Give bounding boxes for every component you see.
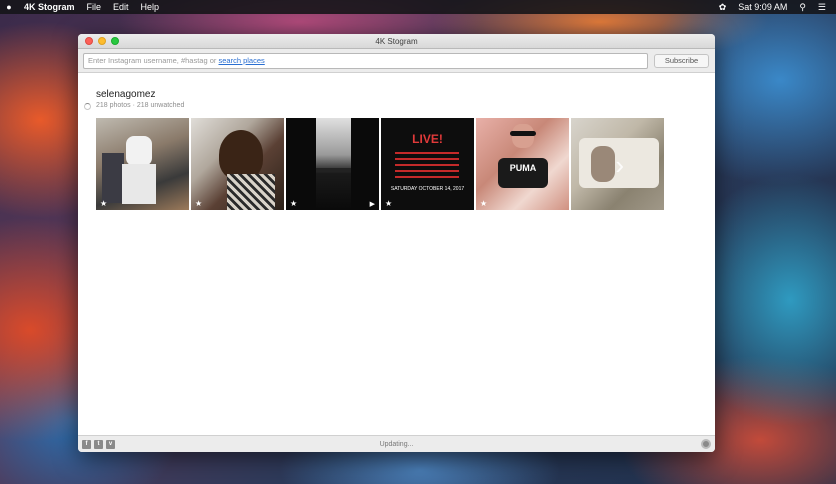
next-arrow-icon[interactable]: › bbox=[615, 150, 624, 181]
menu-bar: ● 4K Stogram File Edit Help ✿ Sat 9:09 A… bbox=[0, 0, 836, 14]
menu-edit[interactable]: Edit bbox=[113, 2, 129, 12]
search-placeholder: Enter Instagram username, #hastag or bbox=[88, 56, 217, 65]
status-bar: f t v Updating... bbox=[78, 435, 715, 452]
subscriptions-list: selenagomez 218 photos · 218 unwatched ★… bbox=[78, 73, 715, 430]
subscribe-button[interactable]: Subscribe bbox=[654, 53, 709, 68]
account-meta: 218 photos · 218 unwatched bbox=[96, 102, 185, 109]
poster-title: LIVE! bbox=[412, 132, 443, 146]
photo-strip: ★ ★ ★ ▶ LIVE! SATURDAY OCTOBER 14, 2017 … bbox=[96, 118, 664, 210]
window-title: 4K Stogram bbox=[375, 37, 418, 46]
photo-thumbnail[interactable]: LIVE! SATURDAY OCTOBER 14, 2017 ★ bbox=[381, 118, 474, 210]
star-icon[interactable]: ★ bbox=[480, 199, 487, 208]
settings-icon[interactable] bbox=[701, 439, 711, 449]
video-thumbnail[interactable]: ★ ▶ bbox=[286, 118, 379, 210]
spotlight-icon[interactable]: ⚲ bbox=[799, 2, 806, 13]
account-username[interactable]: selenagomez bbox=[96, 89, 155, 100]
status-text: Updating... bbox=[379, 440, 414, 448]
toolbar: Enter Instagram username, #hastag or sea… bbox=[78, 49, 715, 73]
photo-thumbnail[interactable]: PUMA ★ bbox=[476, 118, 569, 210]
apple-icon[interactable]: ● bbox=[0, 2, 18, 12]
photo-thumbnail[interactable]: ★ bbox=[96, 118, 189, 210]
star-icon[interactable]: ★ bbox=[290, 199, 297, 208]
photo-thumbnail[interactable]: ★ bbox=[191, 118, 284, 210]
poster-date: SATURDAY OCTOBER 14, 2017 bbox=[390, 186, 465, 192]
title-bar[interactable]: 4K Stogram bbox=[78, 34, 715, 49]
star-icon[interactable]: ★ bbox=[385, 199, 392, 208]
star-icon[interactable]: ★ bbox=[195, 199, 202, 208]
search-input[interactable]: Enter Instagram username, #hastag or sea… bbox=[83, 52, 648, 69]
stogram-tray-icon[interactable]: ✿ bbox=[719, 2, 727, 13]
clock[interactable]: Sat 9:09 AM bbox=[738, 2, 787, 12]
menu-bar-status: ✿ Sat 9:09 AM ⚲ ☰ bbox=[719, 2, 836, 13]
notification-center-icon[interactable]: ☰ bbox=[818, 2, 826, 13]
search-places-link[interactable]: search places bbox=[219, 56, 265, 65]
star-icon[interactable]: ★ bbox=[100, 199, 107, 208]
shirt-logo: PUMA bbox=[509, 163, 537, 173]
menu-app-name[interactable]: 4K Stogram bbox=[24, 2, 75, 12]
app-window: 4K Stogram Enter Instagram username, #ha… bbox=[78, 34, 715, 452]
photo-thumbnail[interactable]: › bbox=[571, 118, 664, 210]
menu-help[interactable]: Help bbox=[141, 2, 160, 12]
play-icon: ▶ bbox=[369, 201, 375, 208]
menu-file[interactable]: File bbox=[87, 2, 102, 12]
loading-spinner-icon bbox=[84, 103, 91, 110]
